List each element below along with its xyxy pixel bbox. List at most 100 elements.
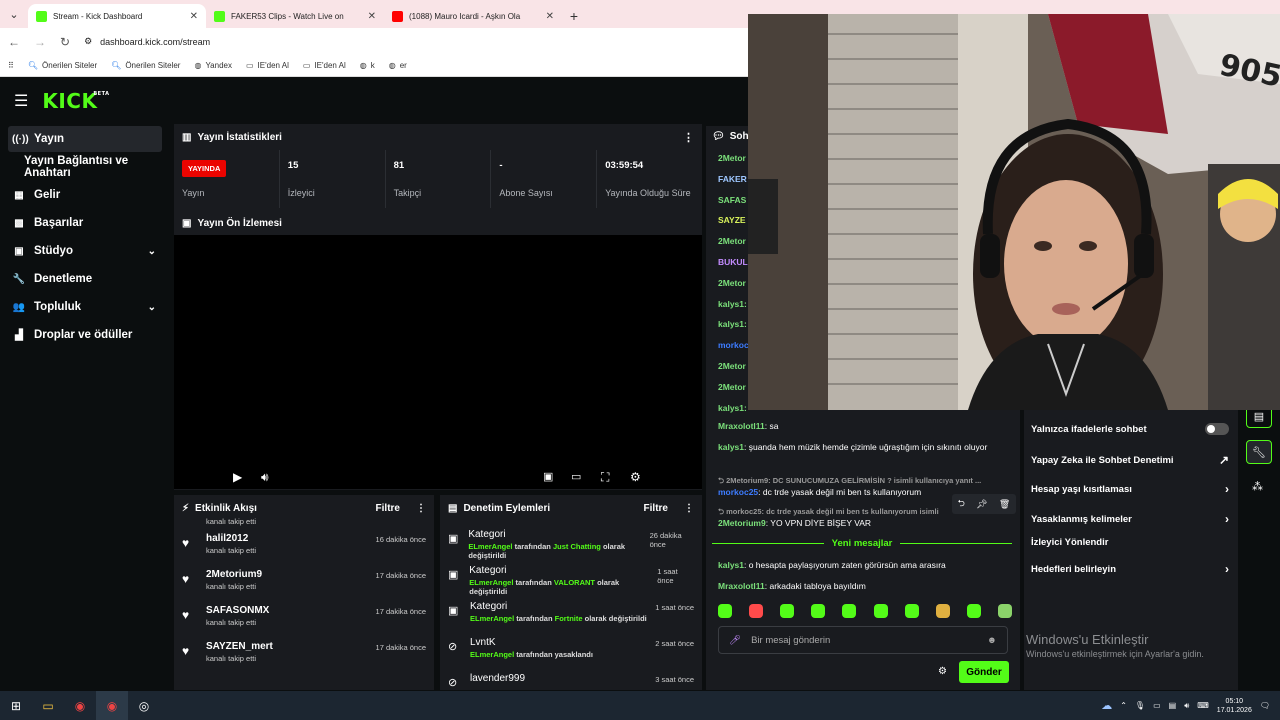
pin-icon[interactable]: 📌︎ [976,499,987,510]
chat-input[interactable]: 🎤︎ Bir mesaj gönderin ☻ [718,626,1008,654]
emote-icon[interactable] [904,604,919,618]
reply-icon[interactable]: ⮌ [958,496,965,512]
volume-icon[interactable]: 🔊︎ [261,470,269,485]
more-icon[interactable]: ⋮ [684,503,694,514]
emote-icon[interactable] [749,604,764,618]
chat-username[interactable]: Mraxolotl11 [718,581,765,591]
chat-settings-icon[interactable]: ⚙ [938,666,947,677]
tab-list-button[interactable]: ⌄ [0,0,28,28]
emote-icon[interactable] [780,604,795,618]
filter-button[interactable]: Filtre [644,503,668,514]
chat-username[interactable]: kalys1 [718,560,744,570]
chat-username[interactable]: 2Metorium9 [718,518,766,528]
bookmark-item[interactable]: ◍ k [360,61,375,70]
chat-setting-item[interactable]: Hedefleri belirleyin › [1031,562,1229,576]
browser-tab[interactable]: (1088) Mauro Icardi - Aşkın Ola ✕ [384,4,562,28]
sidebar-item[interactable]: ▟ Droplar ve ödüller [8,322,162,348]
microphone-icon[interactable]: 🎤︎ [729,635,741,646]
chat-username[interactable]: SAYZE [718,215,746,225]
url-field[interactable]: ⚙ dashboard.kick.com/stream [84,36,210,47]
sidebar-item[interactable]: ▦ Gelir [8,182,162,208]
site-info-icon[interactable]: ⚙ [84,36,92,47]
chevron-down-icon[interactable]: ⌄ [148,246,156,257]
chat-username[interactable]: morkoc [718,340,749,350]
bookmark-item[interactable]: 🔍︎ Önerilen Siteler [111,61,180,70]
more-tools-icon[interactable]: ⁂ [1252,480,1263,493]
chat-username[interactable]: 2Metor [718,153,746,163]
emote-icon[interactable] [842,604,857,618]
bookmark-item[interactable]: ▭ IE'den Al [303,61,346,70]
play-icon[interactable]: ▶ [233,470,242,484]
more-icon[interactable]: ⋮ [416,503,426,514]
chat-username[interactable]: kalys1: [718,403,747,413]
close-tab-icon[interactable]: ✕ [546,11,554,22]
apps-icon[interactable]: ⠿ [8,61,14,70]
toggle-switch[interactable] [1205,423,1229,435]
chevron-down-icon[interactable]: ⌄ [148,302,156,313]
emote-icon[interactable] [935,604,950,618]
chat-setting-item[interactable]: Yasaklanmış kelimeler › [1031,512,1229,526]
fullscreen-icon[interactable]: ⛶ [601,470,609,485]
delete-icon[interactable]: 🗑︎ [999,499,1010,510]
start-icon[interactable]: ⊞ [0,691,32,720]
reload-icon[interactable]: ↻ [60,35,70,49]
volume-icon[interactable]: 🔊︎ [1184,701,1189,711]
menu-icon[interactable]: ☰ [14,91,28,111]
sidebar-item[interactable]: ((·)) Yayın [8,126,162,152]
chat-setting-item[interactable]: İzleyici Yönlendir [1031,537,1229,548]
chat-username[interactable]: FAKER [718,174,747,184]
more-icon[interactable]: ⋮ [683,131,694,144]
emote-icon[interactable] [718,604,732,618]
chrome-profile-icon[interactable]: ◉ [96,691,128,720]
keyboard-icon[interactable]: ⌨ [1197,701,1209,710]
chat-setting-item[interactable]: Hesap yaşı kısıtlaması › [1031,482,1229,496]
wrench-icon[interactable]: 🔧︎ [1246,440,1272,464]
back-icon[interactable]: ← [8,35,20,49]
bookmark-item[interactable]: ◍ Yandex [194,61,232,70]
settings-gear-icon[interactable]: ⚙ [630,470,641,484]
chat-username[interactable]: 2Metor [718,361,746,371]
new-tab-button[interactable]: + [562,4,586,28]
bookmark-item[interactable]: ◍ er [389,61,407,70]
browser-tab[interactable]: Stream - Kick Dashboard ✕ [28,4,206,28]
browser-tab[interactable]: FAKER53 Clips - Watch Live on ✕ [206,4,384,28]
close-tab-icon[interactable]: ✕ [368,11,376,22]
microphone-icon[interactable]: 🎙︎ [1135,701,1145,710]
close-tab-icon[interactable]: ✕ [190,11,198,22]
explorer-icon[interactable]: ▭ [32,691,64,720]
miniplayer-icon[interactable]: ▣ [543,470,553,483]
send-button[interactable]: Gönder [959,661,1009,683]
chat-username[interactable]: kalys1: [718,299,747,309]
bookmark-item[interactable]: 🔍︎ Önerilen Siteler [28,61,97,70]
chat-username[interactable]: Mraxolotl11 [718,421,765,431]
sidebar-item[interactable]: 👥 Topluluk ⌄ [8,294,162,320]
obs-icon[interactable]: ◎ [128,691,160,720]
chevron-up-icon[interactable]: ⌃ [1120,701,1127,710]
emoji-icon[interactable]: ☻ [987,635,997,646]
sidebar-item[interactable]: Yayın Bağlantısı ve Anahtarı [8,154,162,180]
chat-username[interactable]: 2Metor [718,236,746,246]
filter-button[interactable]: Filtre [376,503,400,514]
emote-icon[interactable] [997,604,1012,618]
chat-username[interactable]: 2Metor [718,278,746,288]
chat-username[interactable]: BUKUL [718,257,748,267]
forward-icon[interactable]: → [34,35,46,49]
cloud-icon[interactable]: ☁ [1101,699,1112,712]
sidebar-item[interactable]: ▣ Stüdyo ⌄ [8,238,162,264]
sidebar-item[interactable]: 🔧 Denetleme [8,266,162,292]
chat-setting-item[interactable]: Yalnızca ifadelerle sohbet [1031,423,1229,435]
emote-icon[interactable] [966,604,981,618]
chat-username[interactable]: kalys1 [718,442,744,452]
bookmark-item[interactable]: ▭ IE'den Al [246,61,289,70]
video-preview[interactable] [174,235,702,489]
chat-setting-item[interactable]: Yapay Zeka ile Sohbet Denetimi ↗ [1031,453,1229,467]
chat-username[interactable]: SAFAS [718,195,746,205]
chat-username[interactable]: morkoc25 [718,487,758,497]
sidebar-item[interactable]: ▩ Başarılar [8,210,162,236]
kick-logo[interactable]: KICK BETA [42,89,109,113]
network-icon[interactable]: ▤ [1169,701,1177,710]
notifications-icon[interactable]: 🗨︎ [1260,701,1270,710]
chrome-icon[interactable]: ◉ [64,691,96,720]
emote-icon[interactable] [873,604,888,618]
battery-icon[interactable]: ▭ [1153,701,1161,710]
